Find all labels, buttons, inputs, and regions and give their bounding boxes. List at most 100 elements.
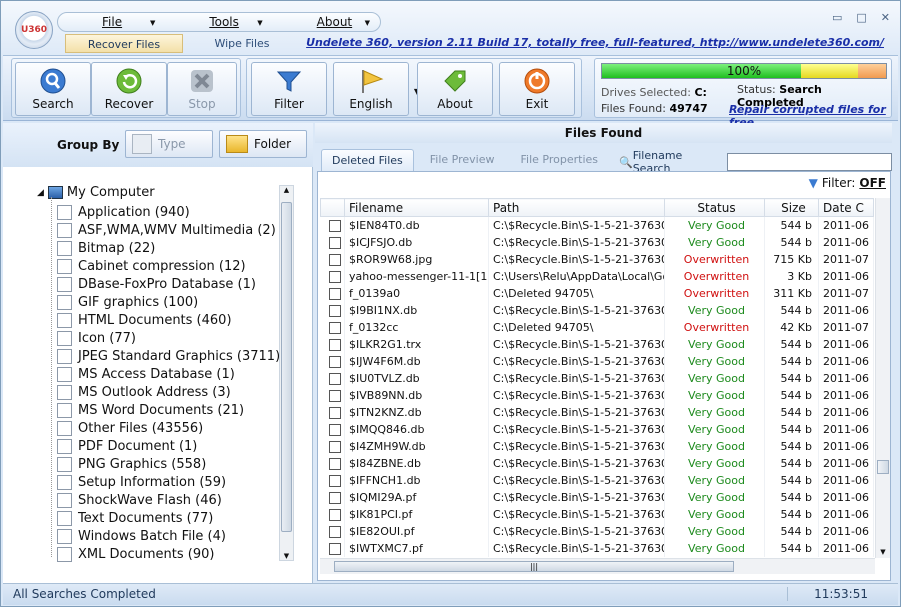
filter-status[interactable]: ▼ Filter: OFF xyxy=(809,176,886,190)
table-row[interactable]: yahoo-messenger-11-1[1]... C:\Users\Relu\… xyxy=(320,267,874,285)
row-checkbox[interactable] xyxy=(328,542,341,555)
row-checkbox[interactable] xyxy=(328,508,341,521)
close-icon[interactable]: ✕ xyxy=(881,11,890,24)
tree-item[interactable]: DBase-FoxPro Database (1) xyxy=(57,275,256,293)
tree-scroll-thumb[interactable] xyxy=(281,202,292,532)
table-row[interactable]: $IFFNCH1.db C:\$Recycle.Bin\S-1-5-21-3763… xyxy=(320,471,874,489)
col-filename[interactable]: Filename xyxy=(344,198,489,217)
table-row[interactable]: $IE82OUI.pf C:\$Recycle.Bin\S-1-5-21-3763… xyxy=(320,522,874,540)
table-row[interactable]: $ROR9W68.jpg C:\$Recycle.Bin\S-1-5-21-376… xyxy=(320,250,874,268)
search-button[interactable]: Search xyxy=(15,62,91,116)
stop-button[interactable]: Stop xyxy=(167,62,237,116)
tree-item[interactable]: Icon (77) xyxy=(57,329,136,347)
tree-item[interactable]: Cabinet compression (12) xyxy=(57,257,246,275)
tree-item[interactable]: Other Files (43556) xyxy=(57,419,203,437)
filename-search-input[interactable] xyxy=(727,153,892,171)
tab-file-properties[interactable]: File Properties xyxy=(511,149,609,171)
collapse-icon[interactable]: ◢ xyxy=(37,188,44,198)
maximize-icon[interactable]: □ xyxy=(856,11,866,24)
scroll-down-icon[interactable]: ▼ xyxy=(876,548,890,556)
tree-item[interactable]: JPEG Standard Graphics (3711) xyxy=(57,347,280,365)
app-logo[interactable]: U360 xyxy=(15,11,53,49)
row-checkbox[interactable] xyxy=(328,389,341,402)
tree-item[interactable]: MS Outlook Address (3) xyxy=(57,383,231,401)
table-row[interactable]: $IU0TVLZ.db C:\$Recycle.Bin\S-1-5-21-3763… xyxy=(320,369,874,387)
tab-deleted-files[interactable]: Deleted Files xyxy=(321,149,414,171)
row-checkbox[interactable] xyxy=(328,372,341,385)
row-checkbox[interactable] xyxy=(328,355,341,368)
row-checkbox[interactable] xyxy=(328,474,341,487)
grid-vscrollbar[interactable]: ▼ xyxy=(875,198,890,558)
group-by-type-button[interactable]: Type xyxy=(125,130,213,158)
col-size[interactable]: Size xyxy=(764,198,819,217)
tree-item[interactable]: ShockWave Flash (46) xyxy=(57,491,222,509)
tree-item[interactable]: Bitmap (22) xyxy=(57,239,155,257)
group-by-folder-button[interactable]: Folder xyxy=(219,130,307,158)
table-row[interactable]: $ILKR2G1.trx C:\$Recycle.Bin\S-1-5-21-376… xyxy=(320,335,874,353)
menu-about[interactable]: About ▼ xyxy=(273,15,380,29)
tree-item[interactable]: GIF graphics (100) xyxy=(57,293,198,311)
tree-item[interactable]: XML Documents (90) xyxy=(57,545,214,563)
row-checkbox[interactable] xyxy=(328,491,341,504)
tab-file-preview[interactable]: File Preview xyxy=(420,149,505,171)
row-checkbox[interactable] xyxy=(328,321,341,334)
table-row[interactable]: $IEN84T0.db C:\$Recycle.Bin\S-1-5-21-3763… xyxy=(320,216,874,234)
tree-item[interactable]: ASF,WMA,WMV Multimedia (2) xyxy=(57,221,276,239)
table-row[interactable]: $IJW4F6M.db C:\$Recycle.Bin\S-1-5-21-3763… xyxy=(320,352,874,370)
table-row[interactable]: $IWTXMC7.pf C:\$Recycle.Bin\S-1-5-21-3763… xyxy=(320,539,874,557)
row-checkbox[interactable] xyxy=(328,457,341,470)
scroll-up-icon[interactable]: ▲ xyxy=(280,186,293,194)
filter-button[interactable]: Filter xyxy=(251,62,327,116)
table-row[interactable]: $I9BI1NX.db C:\$Recycle.Bin\S-1-5-21-3763… xyxy=(320,301,874,319)
tab-recover-files[interactable]: Recover Files xyxy=(65,34,183,53)
tree-item[interactable]: Setup Information (59) xyxy=(57,473,226,491)
grid-vscroll-thumb[interactable] xyxy=(877,460,889,474)
menu-file[interactable]: File ▼ xyxy=(58,15,165,29)
table-row[interactable]: $I84ZBNE.db C:\$Recycle.Bin\S-1-5-21-3763… xyxy=(320,454,874,472)
scroll-down-icon[interactable]: ▼ xyxy=(280,552,293,560)
table-row[interactable]: $IQMI29A.pf C:\$Recycle.Bin\S-1-5-21-3763… xyxy=(320,488,874,506)
row-checkbox[interactable] xyxy=(328,219,341,232)
row-checkbox[interactable] xyxy=(328,287,341,300)
row-checkbox[interactable] xyxy=(328,440,341,453)
tree-item[interactable]: Text Documents (77) xyxy=(57,509,213,527)
menu-tools[interactable]: Tools ▼ xyxy=(165,15,272,29)
table-row[interactable]: f_0132cc C:\Deleted 94705\ Overwritten 42 K… xyxy=(320,318,874,336)
row-checkbox[interactable] xyxy=(328,406,341,419)
tree-item[interactable]: PDF Document (1) xyxy=(57,437,197,455)
tree-root-my-computer[interactable]: ◢ My Computer xyxy=(37,185,155,200)
table-row[interactable]: $ITN2KNZ.db C:\$Recycle.Bin\S-1-5-21-3763… xyxy=(320,403,874,421)
about-button[interactable]: About xyxy=(417,62,493,116)
row-checkbox[interactable] xyxy=(328,423,341,436)
row-checkbox[interactable] xyxy=(328,270,341,283)
tree-item[interactable]: MS Word Documents (21) xyxy=(57,401,244,419)
tree-item[interactable]: Windows Batch File (4) xyxy=(57,527,226,545)
col-path[interactable]: Path xyxy=(488,198,665,217)
tree-item[interactable]: PNG Graphics (558) xyxy=(57,455,206,473)
table-row[interactable]: $IK81PCI.pf C:\$Recycle.Bin\S-1-5-21-3763… xyxy=(320,505,874,523)
tab-wipe-files[interactable]: Wipe Files xyxy=(183,34,301,53)
tree-scrollbar[interactable]: ▲ ▼ xyxy=(279,185,294,561)
minimize-icon[interactable]: ▭ xyxy=(832,11,842,24)
row-checkbox[interactable] xyxy=(328,236,341,249)
col-date[interactable]: Date C xyxy=(818,198,874,217)
table-row[interactable]: $I4ZMH9W.db C:\$Recycle.Bin\S-1-5-21-3763… xyxy=(320,437,874,455)
grid-hscrollbar[interactable]: ||| xyxy=(320,558,875,574)
tree-item[interactable]: Application (940) xyxy=(57,203,190,221)
grid-hscroll-thumb[interactable]: ||| xyxy=(334,561,734,572)
tree-item[interactable]: HTML Documents (460) xyxy=(57,311,232,329)
recover-button[interactable]: Recover xyxy=(91,62,167,116)
row-checkbox[interactable] xyxy=(328,525,341,538)
row-checkbox[interactable] xyxy=(328,338,341,351)
col-status[interactable]: Status xyxy=(664,198,765,217)
table-row[interactable]: $ICJFSJO.db C:\$Recycle.Bin\S-1-5-21-3763… xyxy=(320,233,874,251)
table-row[interactable]: $IVB89NN.db C:\$Recycle.Bin\S-1-5-21-3763… xyxy=(320,386,874,404)
row-checkbox[interactable] xyxy=(328,253,341,266)
row-checkbox[interactable] xyxy=(328,304,341,317)
tree-item[interactable]: MS Access Database (1) xyxy=(57,365,235,383)
table-row[interactable]: f_0139a0 C:\Deleted 94705\ Overwritten 311 … xyxy=(320,284,874,302)
website-link[interactable]: Undelete 360, version 2.11 Build 17, tot… xyxy=(306,36,884,49)
exit-button[interactable]: Exit xyxy=(499,62,575,116)
col-checkbox[interactable] xyxy=(320,198,345,217)
table-row[interactable]: $IMQQ846.db C:\$Recycle.Bin\S-1-5-21-3763… xyxy=(320,420,874,438)
